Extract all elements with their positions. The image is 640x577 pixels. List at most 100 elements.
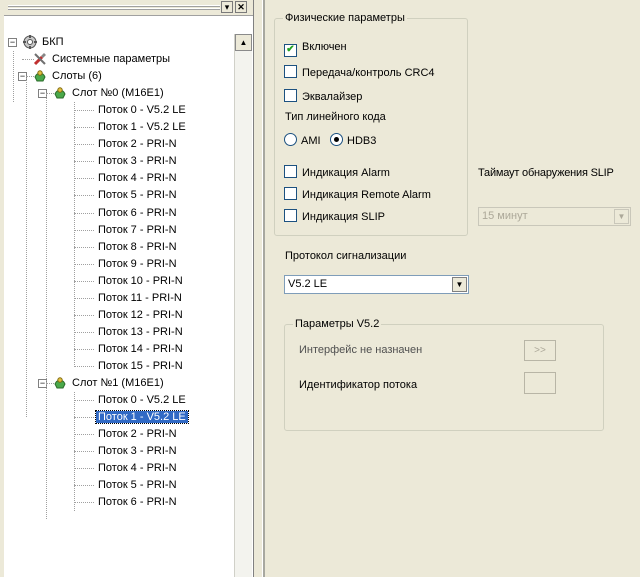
assign-interface-button[interactable]: >>: [524, 340, 556, 361]
close-icon[interactable]: ✕: [235, 1, 247, 13]
tree-item-label: БКП: [42, 36, 64, 48]
tree-item[interactable]: Поток 12 - PRI-N: [96, 307, 185, 324]
slot-icon: [52, 85, 68, 101]
alarm-checkbox-box[interactable]: [284, 165, 297, 178]
header-grip[interactable]: [8, 5, 220, 7]
interface-status-label: Интерфейс не назначен: [299, 344, 423, 356]
slot-icon: [32, 68, 48, 84]
tree-connector-line: [74, 195, 94, 197]
crc4-checkbox-box[interactable]: [284, 65, 297, 78]
equalizer-checkbox[interactable]: Эквалайзер: [284, 89, 362, 103]
tree-connector-line: [46, 383, 47, 520]
tree-item[interactable]: Поток 13 - PRI-N: [96, 324, 185, 341]
tree-item-label: Поток 0 - V5.2 LE: [98, 394, 186, 407]
tree-item-label: Поток 6 - PRI-N: [98, 496, 177, 509]
tree-connector-line: [26, 76, 27, 418]
tree-item[interactable]: Слот №0 (M16E1): [70, 85, 166, 102]
tree-item[interactable]: Поток 10 - PRI-N: [96, 273, 185, 290]
enabled-checkbox-box[interactable]: [284, 44, 297, 57]
ami-radio-circle[interactable]: [284, 133, 297, 146]
tree-connector-line: [74, 144, 94, 146]
tree-item-label: Поток 2 - PRI-N: [98, 138, 177, 151]
tree-connector-line: [74, 161, 94, 163]
tree-item-label: Поток 9 - PRI-N: [98, 257, 177, 270]
tree-connector-line: [74, 348, 94, 350]
tree-connector-line: [74, 468, 94, 470]
tree-item-label: Поток 10 - PRI-N: [98, 274, 183, 287]
tree-item-label: Поток 0 - V5.2 LE: [98, 104, 186, 117]
tree-item[interactable]: Поток 0 - V5.2 LE: [96, 102, 188, 119]
tree-item[interactable]: Поток 3 - PRI-N: [96, 443, 179, 460]
tree-item[interactable]: Поток 2 - PRI-N: [96, 136, 179, 153]
tree-item[interactable]: Поток 15 - PRI-N: [96, 358, 185, 375]
tree-item[interactable]: Поток 3 - PRI-N: [96, 153, 179, 170]
ami-radio[interactable]: AMI: [284, 133, 321, 147]
tree-item[interactable]: Поток 1 - V5.2 LE: [96, 119, 188, 136]
hdb3-radio-circle[interactable]: [330, 133, 343, 146]
protocol-select[interactable]: V5.2 LE ▼: [284, 275, 469, 294]
tree-item[interactable]: Поток 7 - PRI-N: [96, 222, 179, 239]
tree-connector-line: [74, 417, 94, 419]
tree-item[interactable]: Поток 4 - PRI-N: [96, 460, 179, 477]
chevron-down-icon[interactable]: ▼: [614, 209, 629, 224]
tree-item[interactable]: Поток 6 - PRI-N: [96, 494, 179, 511]
tree-item-label: Слот №0 (M16E1): [72, 87, 164, 100]
tree-connector-line: [74, 297, 94, 299]
remote-alarm-label: Индикация Remote Alarm: [302, 189, 431, 201]
tree-item-label: Поток 4 - PRI-N: [98, 172, 177, 185]
tree-item[interactable]: Слоты (6): [50, 68, 104, 85]
enabled-label: Включен: [302, 41, 347, 53]
gear-icon: [22, 34, 38, 50]
chevron-down-icon[interactable]: ▼: [452, 277, 467, 292]
tree-item[interactable]: Системные параметры: [50, 51, 172, 68]
tree-item[interactable]: Поток 4 - PRI-N: [96, 170, 179, 187]
alarm-checkbox[interactable]: Индикация Alarm: [284, 165, 390, 179]
enabled-checkbox[interactable]: Включен: [284, 40, 347, 57]
tree-item[interactable]: Поток 11 - PRI-N: [96, 290, 184, 307]
tree-item[interactable]: Поток 1 - V5.2 LE: [95, 409, 189, 426]
tree-connector-line: [74, 246, 94, 248]
remote-alarm-checkbox-box[interactable]: [284, 187, 297, 200]
tree-item[interactable]: Поток 8 - PRI-N: [96, 239, 179, 256]
tree-item-label: Поток 13 - PRI-N: [98, 325, 183, 338]
tree-item-label: Поток 3 - PRI-N: [98, 155, 177, 168]
tree-item[interactable]: Поток 0 - V5.2 LE: [96, 392, 188, 409]
remote-alarm-checkbox[interactable]: Индикация Remote Alarm: [284, 187, 431, 201]
tree-item[interactable]: Поток 2 - PRI-N: [96, 426, 179, 443]
tree-item[interactable]: Поток 5 - PRI-N: [96, 187, 179, 204]
tree-connector-line: [46, 93, 47, 383]
scroll-up-arrow-icon[interactable]: ▲: [235, 34, 252, 51]
tree-item[interactable]: Поток 6 - PRI-N: [96, 205, 179, 222]
tree-connector-line: [74, 102, 75, 367]
collapse-icon[interactable]: −: [8, 38, 17, 47]
stream-id-field[interactable]: [524, 372, 556, 394]
tree-view[interactable]: − БКП Системные параметры − Слоты (6) − Слот №…: [4, 34, 234, 577]
tree-connector-line: [74, 229, 94, 231]
tree-item[interactable]: БКП: [40, 34, 66, 51]
header-grip[interactable]: [8, 8, 220, 10]
tree-item[interactable]: Поток 9 - PRI-N: [96, 256, 179, 273]
dropdown-icon[interactable]: ▾: [221, 1, 233, 13]
tree-item[interactable]: Поток 14 - PRI-N: [96, 341, 185, 358]
tree-item[interactable]: Поток 5 - PRI-N: [96, 477, 179, 494]
tree-connector-line: [74, 280, 94, 282]
tree-connector-line: [74, 365, 94, 367]
tree-connector-line: [74, 451, 94, 453]
slip-timeout-select[interactable]: 15 минут ▼: [478, 207, 631, 226]
slip-checkbox-box[interactable]: [284, 209, 297, 222]
crc4-label: Передача/контроль CRC4: [302, 67, 435, 79]
vertical-scrollbar[interactable]: ▲: [234, 34, 252, 577]
slot-icon: [52, 375, 68, 391]
v52-params-legend: Параметры V5.2: [293, 317, 382, 331]
hdb3-radio[interactable]: HDB3: [330, 133, 376, 147]
crc4-checkbox[interactable]: Передача/контроль CRC4: [284, 65, 435, 79]
tree-connector-line: [74, 502, 94, 504]
tree-item-label: Слоты (6): [52, 70, 102, 83]
tree-connector-line: [74, 212, 94, 214]
slip-checkbox[interactable]: Индикация SLIP: [284, 209, 385, 223]
tree-item-label: Системные параметры: [52, 53, 171, 66]
tree-item[interactable]: Слот №1 (M16E1): [70, 375, 166, 392]
tree-connector-line: [74, 178, 94, 180]
equalizer-checkbox-box[interactable]: [284, 89, 297, 102]
slip-timeout-value: 15 минут: [482, 210, 528, 222]
